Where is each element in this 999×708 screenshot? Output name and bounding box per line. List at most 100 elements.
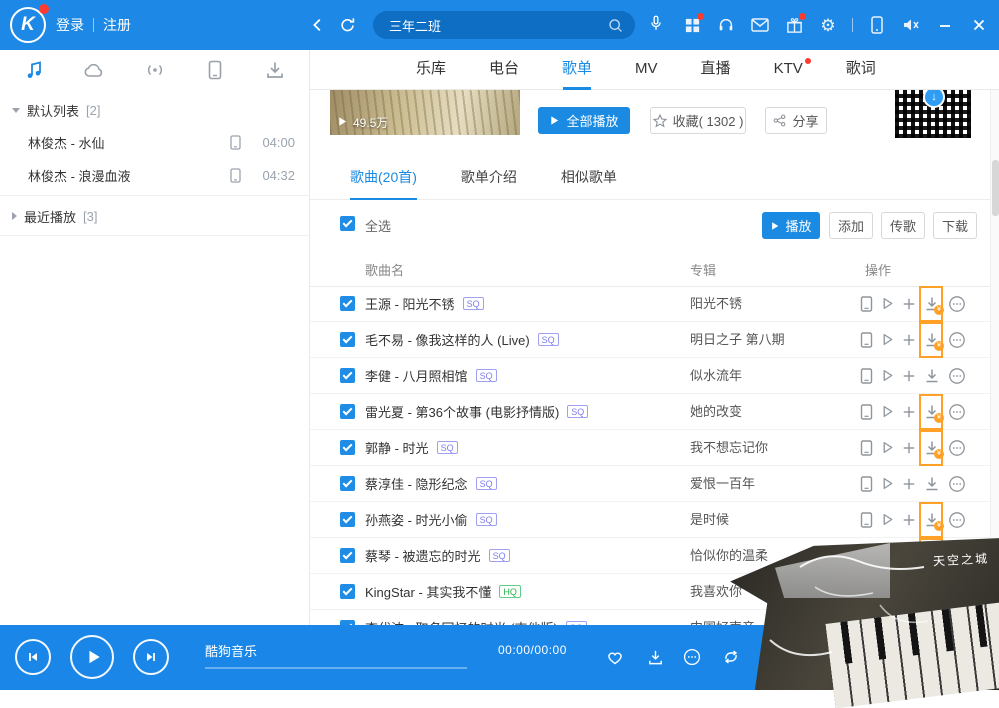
add-icon[interactable] <box>902 441 916 455</box>
nav-tab-乐库[interactable]: 乐库 <box>416 50 446 90</box>
song-row[interactable]: 毛不易 - 像我这样的人 (Live)SQ明日之子 第八期¥ <box>310 322 990 358</box>
search-box[interactable] <box>373 11 635 39</box>
phone-icon[interactable] <box>867 15 887 35</box>
apps-grid-icon[interactable] <box>682 15 702 35</box>
playlist-cover[interactable]: 49.5万 <box>330 90 520 135</box>
device-icon[interactable] <box>860 548 873 564</box>
more-icon[interactable] <box>948 511 966 529</box>
nav-tab-电台[interactable]: 电台 <box>489 50 519 90</box>
row-checkbox[interactable] <box>340 440 355 455</box>
favorite-button[interactable]: 收藏( 1302 ) <box>650 107 746 134</box>
more-icon[interactable] <box>948 403 966 421</box>
back-icon[interactable] <box>308 15 328 35</box>
playlist-tab[interactable]: 歌单介绍 <box>461 155 517 200</box>
minimize-icon[interactable] <box>935 15 955 35</box>
more-icon[interactable] <box>948 475 966 493</box>
row-checkbox[interactable] <box>340 548 355 563</box>
qr-code[interactable] <box>895 90 971 138</box>
download-icon[interactable] <box>923 583 941 601</box>
more-icon[interactable] <box>948 439 966 457</box>
local-music-icon[interactable] <box>22 58 46 82</box>
audio-device-icon[interactable] <box>901 15 921 35</box>
download-icon[interactable]: ¥ <box>923 439 941 457</box>
nav-tab-歌词[interactable]: 歌词 <box>846 50 876 90</box>
like-heart-icon[interactable] <box>606 648 624 666</box>
playlist-tab[interactable]: 歌曲(20首) <box>350 155 417 200</box>
row-checkbox[interactable] <box>340 368 355 383</box>
search-input[interactable] <box>387 17 605 34</box>
add-icon[interactable] <box>902 369 916 383</box>
progress-bar[interactable] <box>205 667 467 669</box>
download-icon[interactable]: ¥ <box>923 547 941 565</box>
device-icon[interactable] <box>860 296 873 312</box>
transfer-button[interactable]: 传歌 <box>881 212 925 239</box>
more-options-icon[interactable] <box>683 648 701 666</box>
add-icon[interactable] <box>902 585 916 599</box>
song-row[interactable]: 雷光夏 - 第36个故事 (电影抒情版)SQ她的改变¥ <box>310 394 990 430</box>
download-manager-icon[interactable] <box>263 58 287 82</box>
login-link[interactable]: 登录 <box>56 15 84 35</box>
play-icon[interactable] <box>880 512 895 527</box>
device-icon[interactable] <box>860 332 873 348</box>
playlist-section-header[interactable]: 最近播放[3] <box>0 200 309 232</box>
more-icon[interactable] <box>948 547 966 565</box>
device-icon[interactable] <box>860 512 873 528</box>
song-row[interactable]: 郭静 - 时光SQ我不想忘记你¥ <box>310 430 990 466</box>
song-row[interactable]: 李健 - 八月照相馆SQ似水流年 <box>310 358 990 394</box>
more-icon[interactable] <box>948 295 966 313</box>
song-row[interactable]: 孙燕姿 - 时光小偷SQ是时候¥ <box>310 502 990 538</box>
add-icon[interactable] <box>902 513 916 527</box>
device-icon[interactable] <box>860 476 873 492</box>
row-checkbox[interactable] <box>340 404 355 419</box>
play-icon[interactable] <box>880 440 895 455</box>
headset-icon[interactable] <box>716 15 736 35</box>
play-icon[interactable] <box>880 332 895 347</box>
download-icon[interactable] <box>923 475 941 493</box>
play-icon[interactable] <box>880 476 895 491</box>
device-icon[interactable] <box>860 440 873 456</box>
previous-button[interactable] <box>15 639 51 675</box>
scrollbar-thumb[interactable] <box>992 160 999 216</box>
device-icon[interactable] <box>203 58 227 82</box>
sidebar-song-item[interactable]: 林俊杰 - 浪漫血液04:32 <box>0 159 309 192</box>
add-icon[interactable] <box>902 405 916 419</box>
play-button[interactable] <box>70 635 114 679</box>
song-row[interactable]: KingStar - 其实我不懂HQ我喜欢你 <box>310 574 990 610</box>
add-icon[interactable] <box>902 297 916 311</box>
play-icon[interactable] <box>880 368 895 383</box>
settings-gear-icon[interactable]: ⚙ <box>818 15 838 35</box>
playlist-tab[interactable]: 相似歌单 <box>561 155 617 200</box>
more-icon[interactable] <box>948 583 966 601</box>
sidebar-song-item[interactable]: 林俊杰 - 水仙04:00 <box>0 126 309 159</box>
device-icon[interactable] <box>860 584 873 600</box>
row-checkbox[interactable] <box>340 512 355 527</box>
device-icon[interactable] <box>860 368 873 384</box>
download-icon[interactable]: ¥ <box>923 331 941 349</box>
download-icon[interactable] <box>646 648 664 666</box>
nav-tab-MV[interactable]: MV <box>635 50 658 90</box>
add-icon[interactable] <box>902 333 916 347</box>
radio-icon[interactable] <box>143 58 167 82</box>
row-checkbox[interactable] <box>340 332 355 347</box>
play-icon[interactable] <box>880 404 895 419</box>
play-selected-button[interactable]: 播放 <box>762 212 820 239</box>
microphone-icon[interactable] <box>646 13 666 33</box>
select-all-checkbox[interactable] <box>340 216 355 231</box>
scrollbar[interactable] <box>990 90 999 625</box>
nav-tab-KTV[interactable]: KTV <box>774 50 803 90</box>
row-checkbox[interactable] <box>340 476 355 491</box>
nav-tab-直播[interactable]: 直播 <box>701 50 731 90</box>
share-button[interactable]: 分享 <box>765 107 827 134</box>
row-checkbox[interactable] <box>340 296 355 311</box>
download-icon[interactable] <box>923 367 941 385</box>
play-icon[interactable] <box>880 548 895 563</box>
play-all-button[interactable]: 全部播放 <box>538 107 630 134</box>
add-icon[interactable] <box>902 477 916 491</box>
more-icon[interactable] <box>948 367 966 385</box>
play-icon[interactable] <box>880 584 895 599</box>
register-link[interactable]: 注册 <box>103 15 131 35</box>
device-icon[interactable] <box>860 404 873 420</box>
song-row[interactable]: 王源 - 阳光不锈SQ阳光不锈¥ <box>310 286 990 322</box>
nav-tab-歌单[interactable]: 歌单 <box>562 50 592 90</box>
playlist-section-header[interactable]: 默认列表[2] <box>0 94 309 126</box>
